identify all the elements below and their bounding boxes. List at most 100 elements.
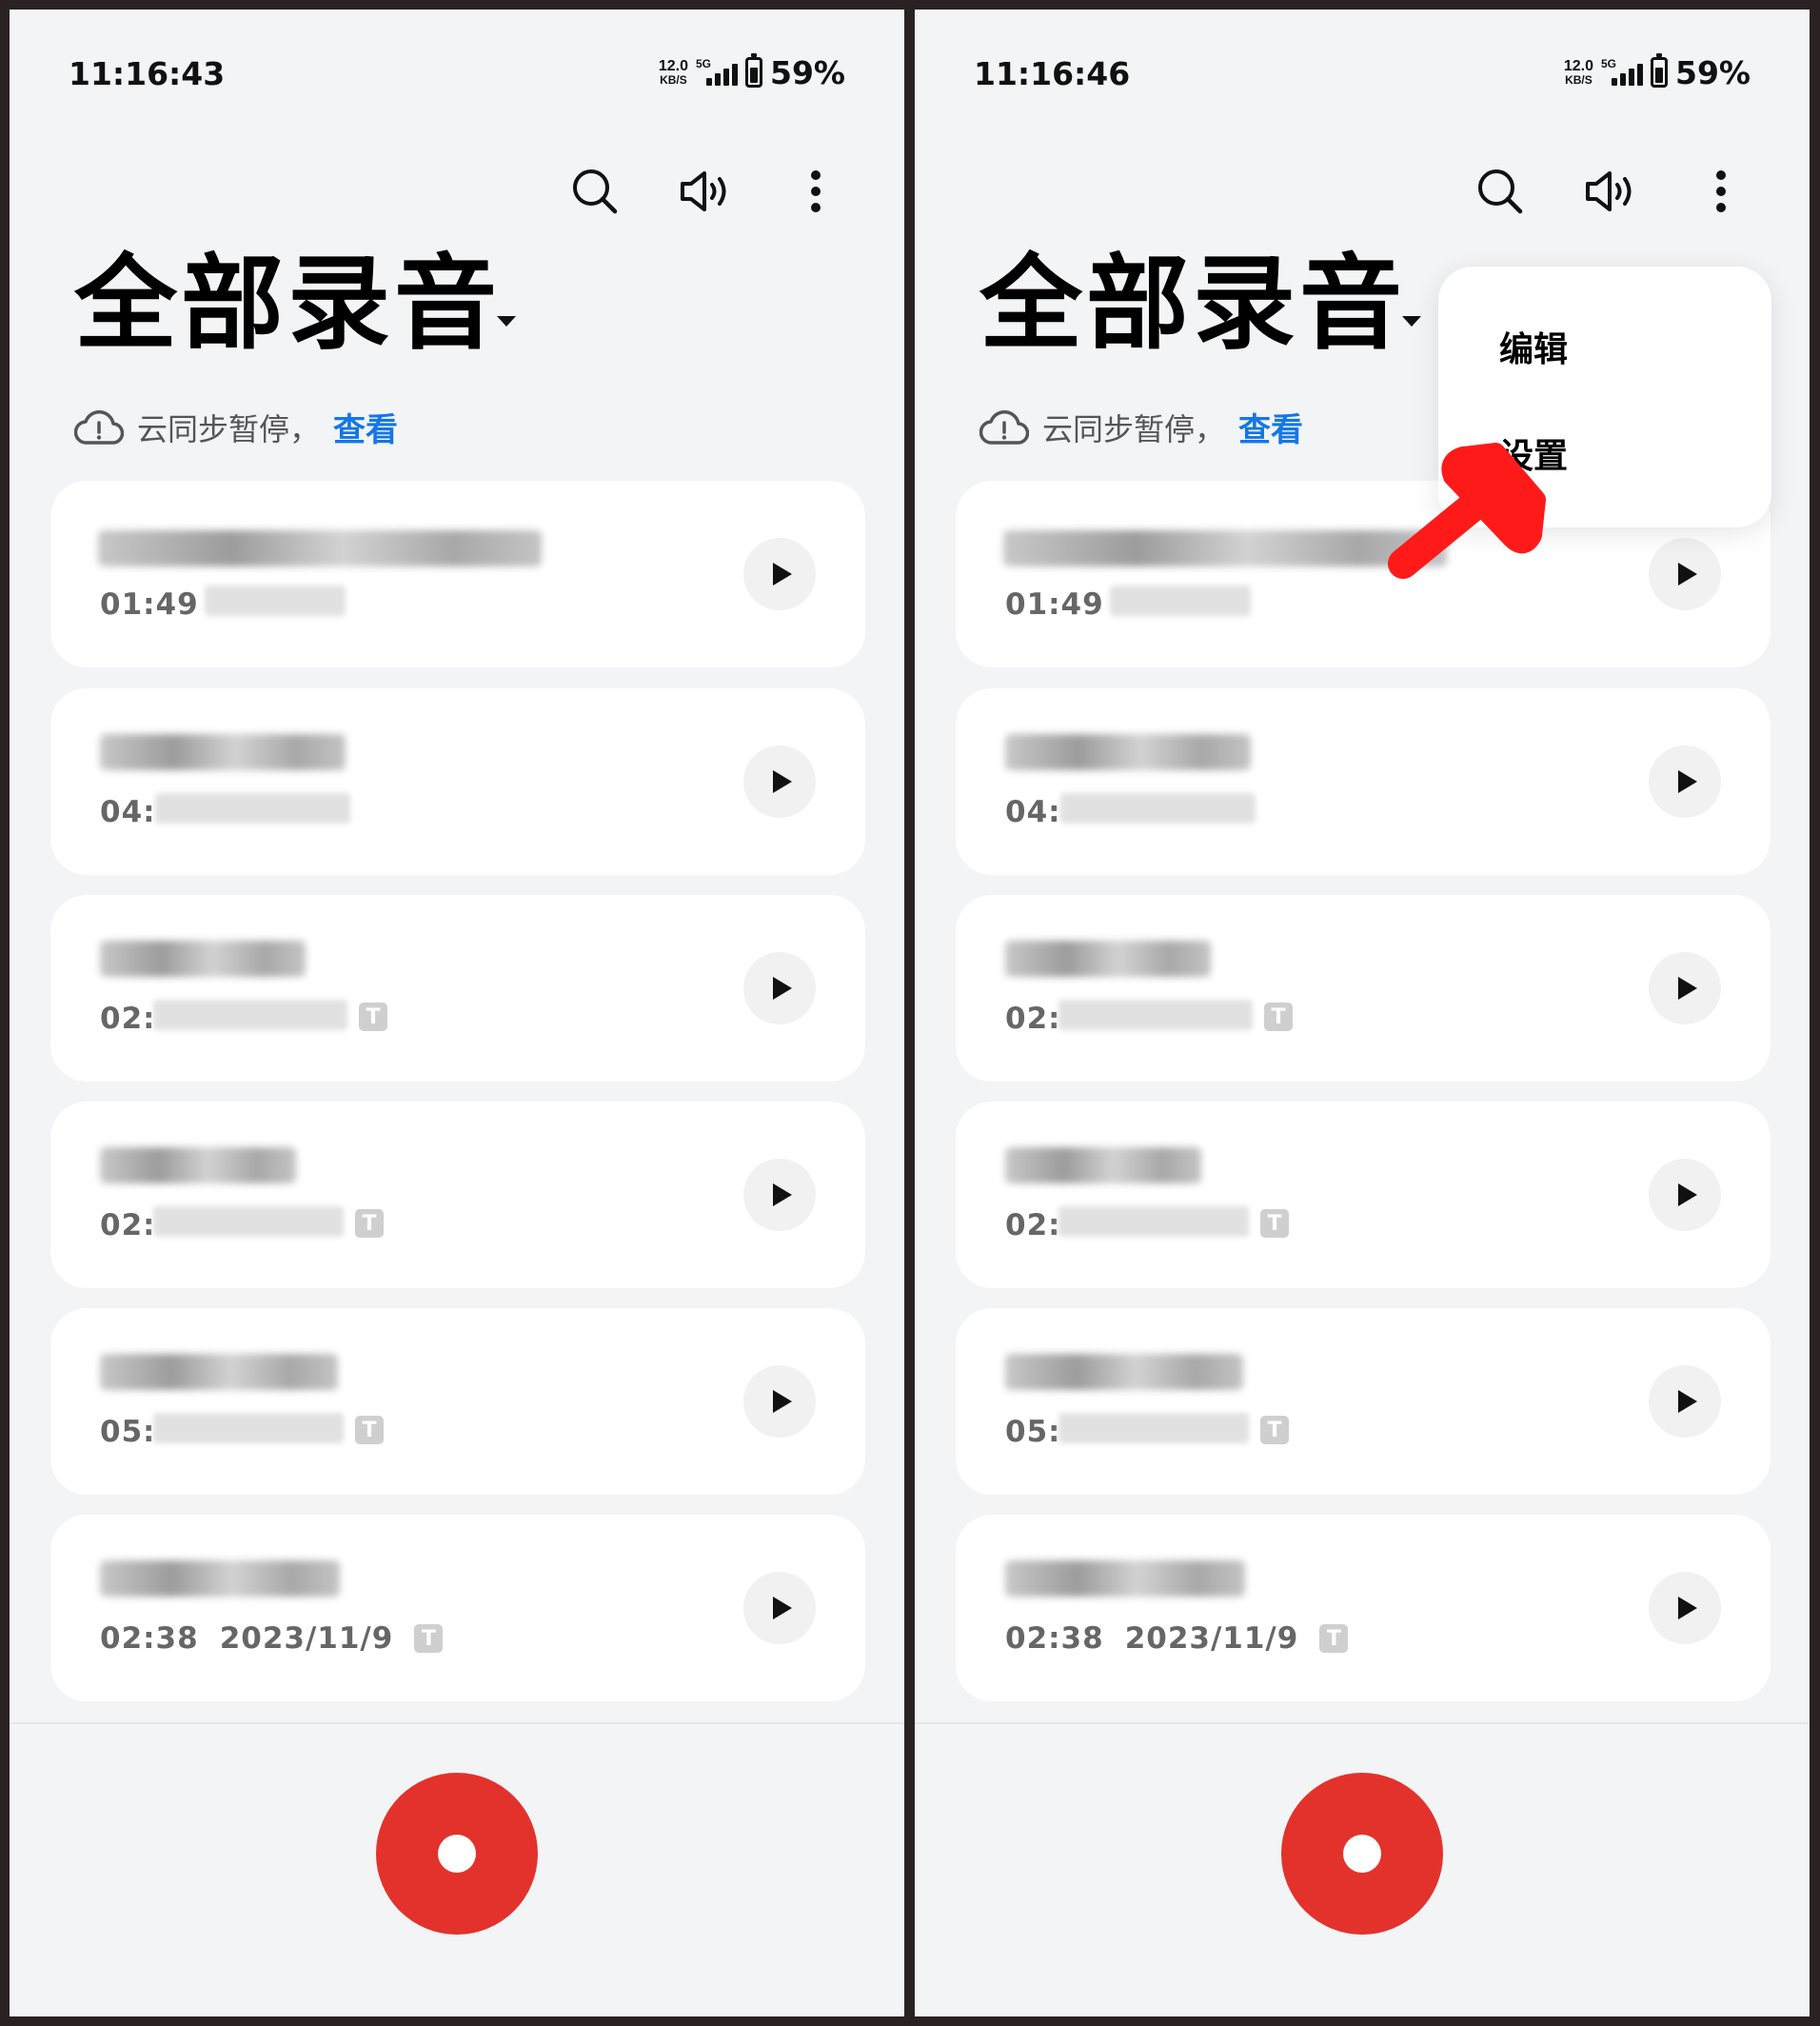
recording-title <box>100 734 346 770</box>
sync-view-link[interactable]: 查看 <box>1238 404 1303 450</box>
play-icon <box>772 563 792 586</box>
toolbar <box>1469 160 1752 223</box>
play-icon <box>772 1597 792 1619</box>
more-icon[interactable] <box>784 160 847 223</box>
list-item[interactable]: 04: <box>956 688 1771 875</box>
play-icon <box>1677 1390 1697 1413</box>
sync-view-link[interactable]: 查看 <box>333 404 398 450</box>
transcript-badge: T <box>1319 1624 1349 1653</box>
status-bar-right: 12.0 KB/S 5G 59% <box>1564 53 1751 91</box>
record-button[interactable] <box>376 1773 538 1935</box>
recording-meta: 05: <box>1005 1415 1061 1449</box>
play-button[interactable] <box>1649 1365 1721 1438</box>
recording-duration: 01:49 <box>1005 587 1104 622</box>
recording-meta: 01:49 <box>1005 587 1104 622</box>
recording-duration: 02:38 <box>1005 1621 1104 1656</box>
speaker-icon[interactable] <box>674 160 737 223</box>
play-button[interactable] <box>743 1572 816 1644</box>
recording-duration: 02: <box>100 1208 156 1242</box>
list-item[interactable]: 02: T <box>50 1102 865 1288</box>
recording-title <box>1005 941 1211 977</box>
play-button[interactable] <box>743 952 816 1024</box>
list-item[interactable]: 05: T <box>956 1308 1771 1495</box>
recording-title <box>100 1560 340 1597</box>
recording-title <box>1005 1354 1243 1390</box>
speaker-icon[interactable] <box>1579 160 1642 223</box>
recording-meta: 02: <box>1005 1002 1061 1036</box>
menu-item-settings[interactable]: 设置 <box>1499 428 1568 478</box>
list-item[interactable]: 05: T <box>50 1308 865 1495</box>
recording-duration: 02: <box>1005 1002 1061 1036</box>
recording-title <box>1003 530 1447 566</box>
play-button[interactable] <box>1649 952 1721 1024</box>
recording-meta: 02:38 2023/11/9 T <box>100 1621 444 1656</box>
screen-left: 11:16:43 12.0 KB/S 5G 59% 全部录音 云同步暂停， 查看 <box>10 10 904 2016</box>
play-icon <box>1677 1597 1697 1619</box>
play-button[interactable] <box>1649 745 1721 818</box>
recording-date: 2023/11/9 <box>1124 1621 1299 1656</box>
sync-status: 云同步暂停， 查看 <box>979 404 1303 450</box>
cloud-warning-icon <box>74 409 124 445</box>
play-icon <box>772 977 792 1000</box>
recording-meta: 02: <box>100 1208 156 1242</box>
play-button[interactable] <box>743 538 816 610</box>
recording-title <box>1005 734 1251 770</box>
sync-status: 云同步暂停， 查看 <box>74 404 398 450</box>
transcript-badge: T <box>1264 1003 1293 1031</box>
recording-meta: 02:38 2023/11/9 T <box>1005 1621 1349 1656</box>
recording-duration: 02: <box>100 1002 156 1036</box>
recording-duration: 05: <box>100 1415 156 1449</box>
play-icon <box>772 1390 792 1413</box>
transcript-badge: T <box>359 1003 387 1031</box>
sync-text: 云同步暂停， <box>137 411 321 447</box>
signal-icon: 5G <box>1601 57 1643 88</box>
recording-duration: 02: <box>1005 1208 1061 1242</box>
list-item[interactable]: 02: T <box>956 1102 1771 1288</box>
chevron-down-icon[interactable] <box>1402 316 1421 327</box>
sync-text: 云同步暂停， <box>1042 411 1226 447</box>
list-item[interactable]: 02:38 2023/11/9 T <box>956 1515 1771 1701</box>
recording-duration: 04: <box>100 795 156 829</box>
recording-title <box>1005 1147 1201 1183</box>
chevron-down-icon[interactable] <box>497 316 516 327</box>
list-item[interactable]: 02: T <box>956 895 1771 1082</box>
list-item[interactable]: 02: T <box>50 895 865 1082</box>
transcript-badge: T <box>1260 1209 1289 1238</box>
recording-duration: 04: <box>1005 795 1061 829</box>
recording-meta: 04: <box>1005 795 1061 829</box>
search-icon[interactable] <box>1469 160 1532 223</box>
battery-icon <box>1651 53 1668 88</box>
record-button[interactable] <box>1281 1773 1443 1935</box>
recording-title <box>98 530 542 566</box>
page-title[interactable]: 全部录音 <box>74 253 501 356</box>
play-button[interactable] <box>743 745 816 818</box>
recording-duration: 02:38 <box>100 1621 199 1656</box>
recording-duration: 05: <box>1005 1415 1061 1449</box>
status-time: 11:16:43 <box>69 55 226 92</box>
play-button[interactable] <box>1649 538 1721 610</box>
play-icon <box>1677 770 1697 793</box>
play-button[interactable] <box>743 1159 816 1231</box>
transcript-badge: T <box>355 1209 384 1238</box>
list-item[interactable]: 02:38 2023/11/9 T <box>50 1515 865 1701</box>
play-button[interactable] <box>1649 1159 1721 1231</box>
recording-date: 2023/11/9 <box>219 1621 394 1656</box>
record-icon <box>438 1835 476 1873</box>
play-button[interactable] <box>743 1365 816 1438</box>
recording-meta: 01:49 <box>100 587 199 622</box>
transcript-badge: T <box>1260 1416 1289 1444</box>
search-icon[interactable] <box>564 160 626 223</box>
menu-item-edit[interactable]: 编辑 <box>1499 322 1568 371</box>
recording-meta: 05: <box>100 1415 156 1449</box>
play-icon <box>772 770 792 793</box>
play-icon <box>1677 977 1697 1000</box>
play-icon <box>1677 1183 1697 1206</box>
page-title[interactable]: 全部录音 <box>979 253 1406 356</box>
play-button[interactable] <box>1649 1572 1721 1644</box>
recording-title <box>1005 1560 1245 1597</box>
more-icon[interactable] <box>1690 160 1752 223</box>
list-item[interactable]: 04: <box>50 688 865 875</box>
screen-right: 11:16:46 12.0 KB/S 5G 59% 全部录音 云同步暂停， 查看 <box>915 10 1810 2016</box>
list-item[interactable]: 01:49 <box>50 481 865 667</box>
battery-percent: 59% <box>770 53 845 91</box>
